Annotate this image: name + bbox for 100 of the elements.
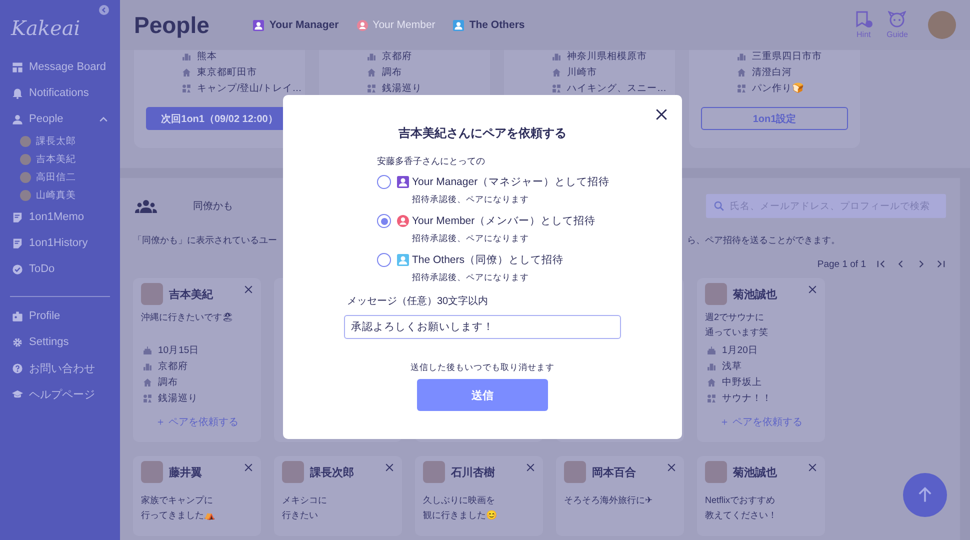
header-action[interactable]: Hint [854, 11, 873, 39]
photo-placeholder [705, 461, 727, 483]
detail-text: 調布 [382, 66, 402, 78]
detail-text: パン作り🍞 [752, 82, 804, 94]
building-icon [143, 362, 152, 370]
building-icon [367, 52, 376, 60]
building-icon [552, 52, 561, 60]
note-icon [12, 238, 23, 248]
person-message: 観に行きました😊 [423, 509, 497, 522]
nav-item[interactable]: ヘルプページ [0, 381, 120, 407]
id-badge-icon [12, 310, 23, 322]
nav-subitem[interactable]: 課長太郎 [0, 132, 120, 150]
nav-item[interactable]: Profile [0, 303, 120, 329]
cake-icon [707, 346, 716, 354]
home-icon [367, 68, 376, 76]
nav-item[interactable]: Settings [0, 329, 120, 355]
person-message: そろそろ海外旅行に✈ [564, 494, 653, 507]
detail-text: 浅草 [722, 360, 742, 372]
building-icon [182, 52, 191, 60]
building-icon [737, 52, 746, 60]
last-page-icon[interactable] [936, 259, 946, 269]
cake-icon [143, 346, 152, 354]
person-message: 沖縄に行きたいです🏖 [141, 311, 233, 324]
radio-button[interactable] [377, 175, 391, 189]
avatar-placeholder [20, 136, 31, 146]
close-icon[interactable] [655, 108, 668, 121]
filter-tab[interactable]: The Others [453, 19, 525, 31]
home-icon [707, 378, 716, 386]
building-icon [707, 362, 716, 370]
nav-item[interactable]: Notifications [0, 80, 120, 106]
field-label: メッセージ（任意）30文字以内 [347, 296, 490, 308]
option-label: The Others（同僚）として招待 [412, 253, 564, 267]
home-icon [552, 68, 561, 76]
option-label: Your Manager（マネジャー）として招待 [412, 175, 610, 189]
header-action[interactable]: Guide [886, 11, 908, 39]
detail-text: 熊本 [197, 50, 217, 62]
grid-icon [552, 84, 561, 92]
chevron-up-icon[interactable] [99, 114, 108, 124]
radio-button[interactable] [377, 214, 391, 228]
nav-item[interactable]: 1on1Memo [0, 204, 120, 230]
detail-text: キャンプ/登山/トレイ… [197, 82, 302, 94]
person-name: 課長次郎 [310, 466, 354, 480]
request-pair-link[interactable]: ＋ ペアを依頼する [720, 415, 802, 429]
filter-tab[interactable]: Your Manager [253, 19, 339, 31]
bookmark-info-icon [854, 11, 873, 29]
person-message: 教えてください！ [705, 509, 777, 522]
person-message: Netflixでおすすめ [705, 494, 776, 507]
radio-button[interactable] [377, 253, 391, 267]
photo-placeholder [282, 461, 304, 483]
first-page-icon[interactable] [876, 259, 886, 269]
grid-icon [182, 84, 191, 92]
nav-item[interactable]: お問い合わせ [0, 355, 120, 381]
send-button[interactable]: 送信 [417, 379, 548, 411]
person-message: メキシコに [282, 494, 327, 507]
face-icon [888, 11, 906, 29]
nav-item[interactable]: People [0, 106, 120, 132]
message-field[interactable]: 承認よろしくお願いします！ [344, 315, 621, 339]
detail-text: 中野坂上 [722, 376, 762, 388]
nav-item[interactable]: ToDo [0, 256, 120, 282]
dialog-subtitle: 安藤多香子さんにとっての [377, 155, 486, 167]
person-message: 通っています笑 [705, 326, 768, 339]
grid-icon [367, 84, 376, 92]
request-pair-link[interactable]: ＋ ペアを依頼する [156, 415, 238, 429]
nav-subitem[interactable]: 山崎真美 [0, 186, 120, 204]
page-title: People [134, 12, 210, 38]
home-icon [182, 68, 191, 76]
help-icon [12, 362, 23, 374]
option-note: 招待承認後、ペアになります [411, 232, 530, 245]
person-name: 石川杏樹 [451, 466, 495, 480]
graduation-cap-icon [12, 388, 23, 400]
collapse-icon[interactable] [99, 5, 109, 15]
dashboard-icon [12, 62, 23, 72]
person-name: 吉本美紀 [169, 287, 213, 302]
nav-item[interactable]: Message Board [0, 54, 120, 80]
option-label: Your Member（メンバー）として招待 [412, 214, 596, 228]
nav-item[interactable]: 1on1History [0, 230, 120, 256]
nav-subitem[interactable]: 高田信二 [0, 168, 120, 186]
arrow-up-icon [916, 486, 934, 504]
detail-text: 調布 [158, 376, 178, 388]
note-icon [12, 212, 23, 222]
logo: Kakeai [11, 15, 80, 42]
person-name: 菊池誠也 [733, 466, 777, 480]
dialog-note: 送信した後もいつでも取り消せます [410, 361, 556, 373]
detail-text: 京都府 [382, 50, 412, 62]
nav-subitem[interactable]: 吉本美紀 [0, 150, 120, 168]
detail-text: 京都府 [158, 360, 188, 372]
detail-text: 川崎市 [567, 66, 597, 78]
person-icon [12, 114, 23, 124]
person-message: 行きたい [282, 509, 318, 522]
photo-placeholder [423, 461, 445, 483]
person-message: 家族でキャンプに [141, 494, 213, 507]
photo-placeholder [564, 461, 586, 483]
detail-text: 神奈川県相模原市 [567, 50, 647, 62]
home-icon [143, 378, 152, 386]
info-text: 「同僚かも」に表示されているユー [133, 234, 277, 246]
person-message: 久しぶりに映画を [423, 494, 495, 507]
section-tab[interactable]: 同僚かも [193, 199, 233, 213]
detail-text: 清澄白河 [752, 66, 792, 78]
filter-tab[interactable]: Your Member [356, 19, 436, 31]
schedule-button[interactable]: 1on1設定 [701, 107, 848, 130]
